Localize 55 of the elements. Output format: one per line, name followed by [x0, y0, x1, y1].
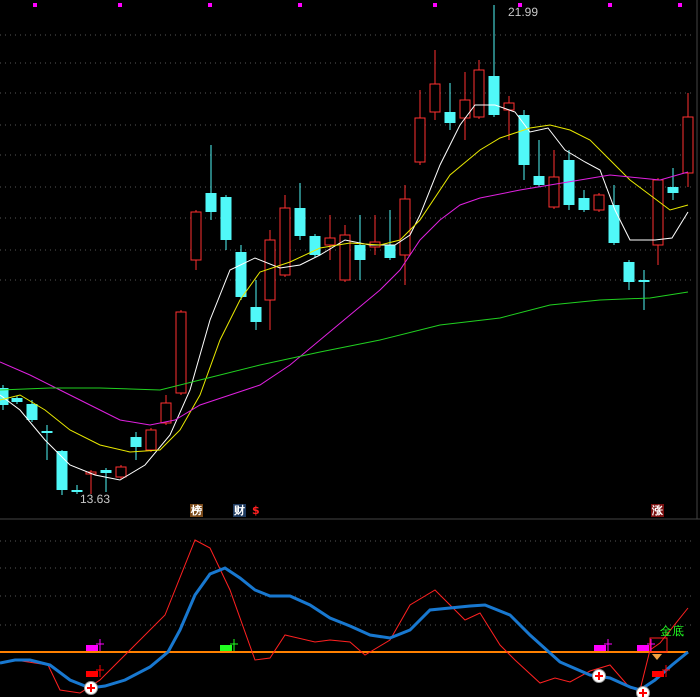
- signal-flag-icon: [637, 638, 656, 652]
- candlestick: [444, 82, 456, 130]
- candlestick: [504, 96, 514, 140]
- candlestick: [594, 192, 604, 212]
- candlestick: [354, 214, 366, 280]
- event-tag: 财: [233, 504, 246, 517]
- low-price-label: 13.63: [80, 492, 110, 506]
- candlestick: [26, 400, 38, 422]
- candlestick: [294, 182, 306, 240]
- candlestick: [86, 470, 96, 494]
- candlestick: [668, 168, 678, 200]
- signal-flag-icon: [86, 664, 104, 678]
- candlestick: [564, 150, 574, 210]
- candlestick: [236, 244, 246, 300]
- signal-flag-icon: [652, 664, 670, 678]
- signal-box-icon: [650, 638, 668, 652]
- high-price-label: 21.99: [508, 5, 538, 19]
- down-triangle-icon: [652, 654, 662, 660]
- candlestick: [324, 214, 336, 260]
- candlestick: [548, 150, 560, 210]
- signal-flag-icon: [86, 638, 104, 652]
- candlestick: [578, 190, 590, 212]
- circled-plus-icon: [636, 686, 650, 697]
- candlestick: [42, 424, 52, 460]
- candlestick: [56, 450, 68, 496]
- candlestick: [0, 384, 8, 410]
- candlestick: [534, 140, 544, 188]
- candlestick: [12, 396, 22, 404]
- candlestick: [624, 260, 634, 290]
- candlestick: [384, 210, 396, 260]
- candlestick: [130, 432, 142, 460]
- candlestick: [116, 464, 126, 480]
- circled-plus-icon: [592, 669, 606, 683]
- candlestick: [250, 280, 262, 330]
- candlestick: [370, 214, 380, 256]
- signal-flag-icon: [220, 638, 238, 652]
- candlestick: [638, 270, 650, 310]
- candlestick: [340, 224, 350, 282]
- event-tag: 榜: [190, 504, 203, 517]
- candlestick: [310, 234, 320, 258]
- candlestick: [460, 72, 470, 140]
- event-tag: $: [251, 504, 261, 517]
- circled-plus-icon: [84, 681, 98, 695]
- signal-flag-icon: [594, 638, 612, 652]
- candlestick: [474, 60, 484, 120]
- candlestick: [608, 184, 620, 246]
- candlestick: [430, 50, 440, 120]
- event-tag: 涨: [651, 504, 664, 517]
- candlestick: [72, 484, 82, 494]
- candlestick: [160, 394, 172, 426]
- candlestick: [146, 428, 156, 452]
- candlestick: [100, 468, 112, 492]
- candlestick: [220, 194, 232, 250]
- candlestick: [518, 110, 530, 180]
- candlestick: [190, 210, 202, 270]
